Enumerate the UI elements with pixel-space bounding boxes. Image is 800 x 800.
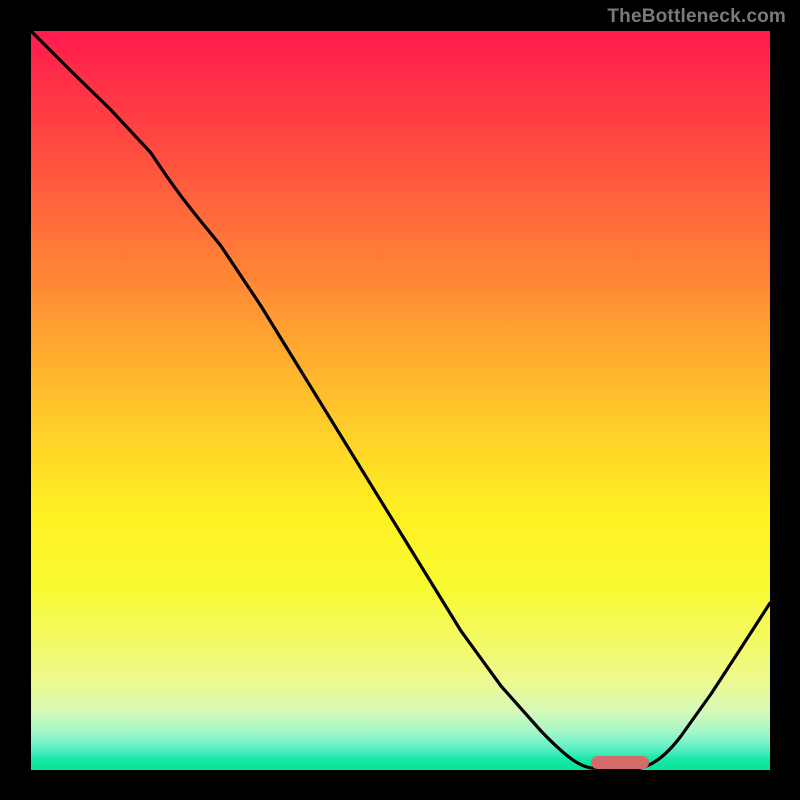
chart-frame: TheBottleneck.com bbox=[0, 0, 800, 800]
gradient-plot-area bbox=[31, 31, 770, 770]
watermark-text: TheBottleneck.com bbox=[607, 6, 786, 28]
optimal-range-marker bbox=[591, 756, 649, 769]
